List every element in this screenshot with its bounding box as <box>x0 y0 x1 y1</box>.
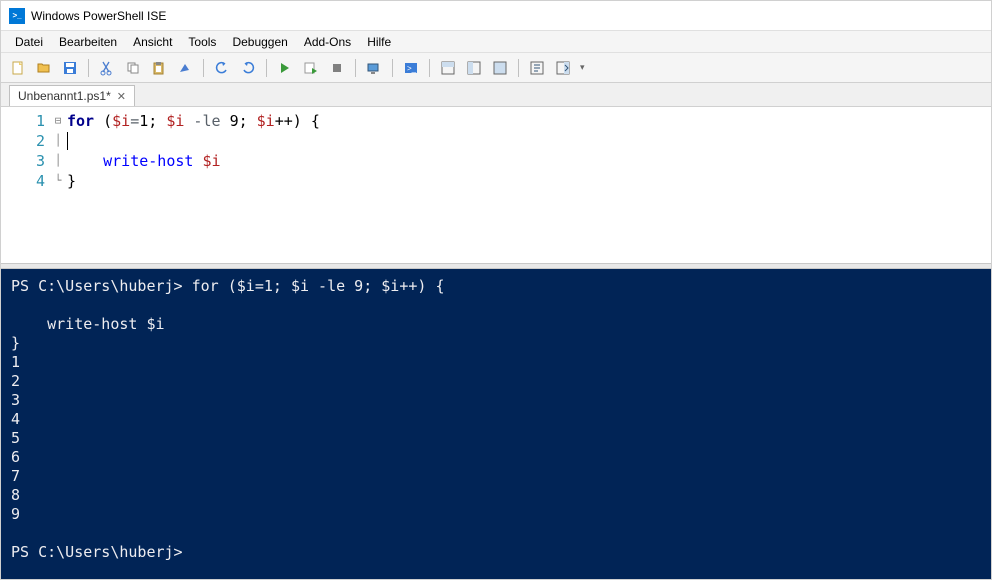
layout-side-button[interactable] <box>463 57 485 79</box>
code-area[interactable]: for ($i=1; $i -le 9; $i++) { write-host … <box>65 107 991 263</box>
run-selection-button[interactable] <box>300 57 322 79</box>
toolbar-separator <box>266 59 267 77</box>
line-number: 3 <box>1 151 45 171</box>
toolbar-separator <box>392 59 393 77</box>
line-number: 4 <box>1 171 45 191</box>
toolbar-separator <box>203 59 204 77</box>
powershell-tab-button[interactable]: >_ <box>400 57 422 79</box>
run-button[interactable] <box>274 57 296 79</box>
paste-button[interactable] <box>148 57 170 79</box>
fold-toggle-icon[interactable]: ⊟ <box>51 111 65 131</box>
close-icon[interactable]: ✕ <box>117 90 126 103</box>
window-title: Windows PowerShell ISE <box>31 9 166 23</box>
code-line[interactable] <box>67 131 991 151</box>
title-bar: Windows PowerShell ISE <box>1 1 991 31</box>
menu-edit[interactable]: Bearbeiten <box>51 33 125 51</box>
clear-button[interactable] <box>174 57 196 79</box>
stop-button[interactable] <box>326 57 348 79</box>
toolbar-separator <box>355 59 356 77</box>
show-command-button[interactable] <box>526 57 548 79</box>
powershell-icon <box>9 8 25 24</box>
undo-button[interactable] <box>211 57 233 79</box>
menu-debug[interactable]: Debuggen <box>224 33 295 51</box>
file-tab[interactable]: Unbenannt1.ps1* ✕ <box>9 85 135 106</box>
copy-button[interactable] <box>122 57 144 79</box>
fold-column: ⊟ │ │ └ <box>51 107 65 263</box>
tab-strip: Unbenannt1.ps1* ✕ <box>1 83 991 107</box>
line-number: 1 <box>1 111 45 131</box>
code-line[interactable]: } <box>67 171 991 191</box>
redo-button[interactable] <box>237 57 259 79</box>
menu-file[interactable]: Datei <box>7 33 51 51</box>
toolbar-separator <box>518 59 519 77</box>
layout-full-button[interactable] <box>489 57 511 79</box>
line-number-gutter: 1 2 3 4 <box>1 107 51 263</box>
menu-bar: Datei Bearbeiten Ansicht Tools Debuggen … <box>1 31 991 53</box>
toolbar-overflow-icon[interactable]: ▾ <box>578 62 585 73</box>
code-line[interactable]: for ($i=1; $i -le 9; $i++) { <box>67 111 991 131</box>
svg-text:>_: >_ <box>407 64 417 73</box>
menu-tools[interactable]: Tools <box>180 33 224 51</box>
save-button[interactable] <box>59 57 81 79</box>
menu-view[interactable]: Ansicht <box>125 33 180 51</box>
menu-addons[interactable]: Add-Ons <box>296 33 359 51</box>
tab-label: Unbenannt1.ps1* <box>18 89 111 103</box>
toolbar: >_ ▾ <box>1 53 991 83</box>
menu-help[interactable]: Hilfe <box>359 33 399 51</box>
script-editor[interactable]: 1 2 3 4 ⊟ │ │ └ for ($i=1; $i -le 9; $i+… <box>1 107 991 263</box>
toolbar-separator <box>88 59 89 77</box>
layout-script-top-button[interactable] <box>437 57 459 79</box>
remote-button[interactable] <box>363 57 385 79</box>
toolbar-separator <box>429 59 430 77</box>
new-file-button[interactable] <box>7 57 29 79</box>
cut-button[interactable] <box>96 57 118 79</box>
code-line[interactable]: write-host $i <box>67 151 991 171</box>
open-file-button[interactable] <box>33 57 55 79</box>
console-pane[interactable]: PS C:\Users\huberj> for ($i=1; $i -le 9;… <box>1 269 991 579</box>
show-command-addon-button[interactable] <box>552 57 574 79</box>
line-number: 2 <box>1 131 45 151</box>
